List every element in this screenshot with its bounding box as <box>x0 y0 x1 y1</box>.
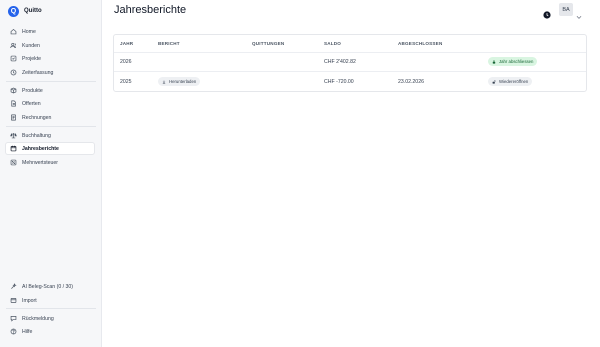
sidebar-item-zeiterfassung[interactable]: Zeiterfassung <box>6 67 94 78</box>
column-header-abgeschlossen: ABGESCHLOSSEN <box>398 41 443 46</box>
reopen-year-button[interactable]: Wiedereröffnen <box>488 77 533 86</box>
scale-icon <box>9 132 17 140</box>
document-icon <box>9 100 17 108</box>
reopen-year-label: Wiedereröffnen <box>499 79 529 84</box>
brand[interactable]: Q Quitto <box>8 5 42 17</box>
import-icon <box>9 297 17 305</box>
sidebar-item-label: Zeiterfassung <box>22 69 54 76</box>
sidebar-item-label: Projekte <box>22 55 42 62</box>
sidebar-item-label: Kunden <box>22 42 40 49</box>
download-report-button[interactable]: Herunterladen <box>158 77 201 86</box>
sidebar-item-hilfe[interactable]: Hilfe <box>6 326 94 337</box>
invoice-icon <box>9 114 17 122</box>
cell-jahr: 2025 <box>120 79 132 85</box>
quitto-logo-icon: Q <box>8 5 19 17</box>
sidebar-item-label: AI Beleg-Scan (0 / 30) <box>22 283 74 290</box>
sidebar-item-jahresberichte[interactable]: Jahresberichte <box>6 143 94 154</box>
sidebar-item-projekte[interactable]: Projekte <box>6 53 94 64</box>
close-year-label: Jahr abschliessen <box>499 59 534 64</box>
annual-reports-table: JAHR BERICHT QUITTUNGEN SALDO ABGESCHLOS… <box>113 34 587 92</box>
column-header-quittungen: QUITTUNGEN <box>252 41 285 46</box>
sidebar-item-mehrwertsteuer[interactable]: Mehrwertsteuer <box>6 157 94 168</box>
sidebar-divider <box>6 81 96 82</box>
cell-saldo: CHF 2'402.82 <box>324 59 356 65</box>
download-report-label: Herunterladen <box>169 79 197 84</box>
sidebar-item-label: Home <box>22 28 36 35</box>
history-clock-icon[interactable] <box>543 6 551 19</box>
column-header-bericht: BERICHT <box>158 41 180 46</box>
column-header-jahr: JAHR <box>120 41 134 46</box>
calendar-icon <box>9 145 17 153</box>
app-name: Quitto <box>24 8 42 14</box>
feedback-icon <box>9 315 17 323</box>
sidebar-item-label: Import <box>22 297 37 304</box>
download-icon <box>162 79 167 84</box>
sidebar-item-import[interactable]: Import <box>6 295 94 306</box>
unlock-icon <box>492 79 497 84</box>
lock-icon <box>492 59 497 64</box>
sidebar-item-label: Hilfe <box>22 328 33 335</box>
chevron-down-icon[interactable] <box>576 7 582 19</box>
cell-jahr: 2026 <box>120 59 132 65</box>
sidebar-item-rueckmeldung[interactable]: Rückmeldung <box>6 313 94 324</box>
cell-abgeschlossen: 23.02.2026 <box>398 79 424 85</box>
sidebar-item-rechnungen[interactable]: Rechnungen <box>6 112 94 123</box>
sidebar-item-buchhaltung[interactable]: Buchhaltung <box>6 130 94 141</box>
sidebar-item-ai-beleg-scan[interactable]: AI Beleg-Scan (0 / 30) <box>6 281 94 292</box>
sidebar-item-label: Mehrwertsteuer <box>22 159 59 166</box>
sparkle-icon <box>9 283 17 291</box>
sidebar-item-label: Rückmeldung <box>22 315 54 322</box>
sidebar-divider <box>6 308 96 309</box>
sidebar-item-kunden[interactable]: Kunden <box>6 40 94 51</box>
box-icon <box>9 87 17 95</box>
users-icon <box>9 42 17 50</box>
sidebar-item-offerten[interactable]: Offerten <box>6 98 94 109</box>
folder-icon <box>9 55 17 63</box>
table-row: 2025 Herunterladen CHF -720.00 23.02.202… <box>114 73 586 92</box>
help-icon <box>9 328 17 336</box>
page-title: Jahresberichte <box>114 4 187 16</box>
column-header-saldo: SALDO <box>324 41 342 46</box>
percent-icon <box>9 159 17 167</box>
sidebar-item-label: Rechnungen <box>22 114 52 121</box>
table-row: 2026 CHF 2'402.82 Jahr abschliessen <box>114 53 586 72</box>
clock-icon <box>9 69 17 77</box>
sidebar-item-label: Jahresberichte <box>22 145 59 152</box>
close-year-button[interactable]: Jahr abschliessen <box>488 57 538 66</box>
sidebar-item-home[interactable]: Home <box>6 26 94 37</box>
sidebar-item-label: Produkte <box>22 87 43 94</box>
table-header: JAHR BERICHT QUITTUNGEN SALDO ABGESCHLOS… <box>114 35 586 53</box>
sidebar-item-produkte[interactable]: Produkte <box>6 85 94 96</box>
user-avatar[interactable]: BA <box>559 3 573 16</box>
cell-saldo: CHF -720.00 <box>324 79 354 85</box>
home-icon <box>9 28 17 36</box>
sidebar: Q Quitto Home Kunden Projekte Zeiterfass… <box>0 0 102 347</box>
sidebar-item-label: Buchhaltung <box>22 132 51 139</box>
sidebar-divider <box>6 126 96 127</box>
sidebar-item-label: Offerten <box>22 100 41 107</box>
